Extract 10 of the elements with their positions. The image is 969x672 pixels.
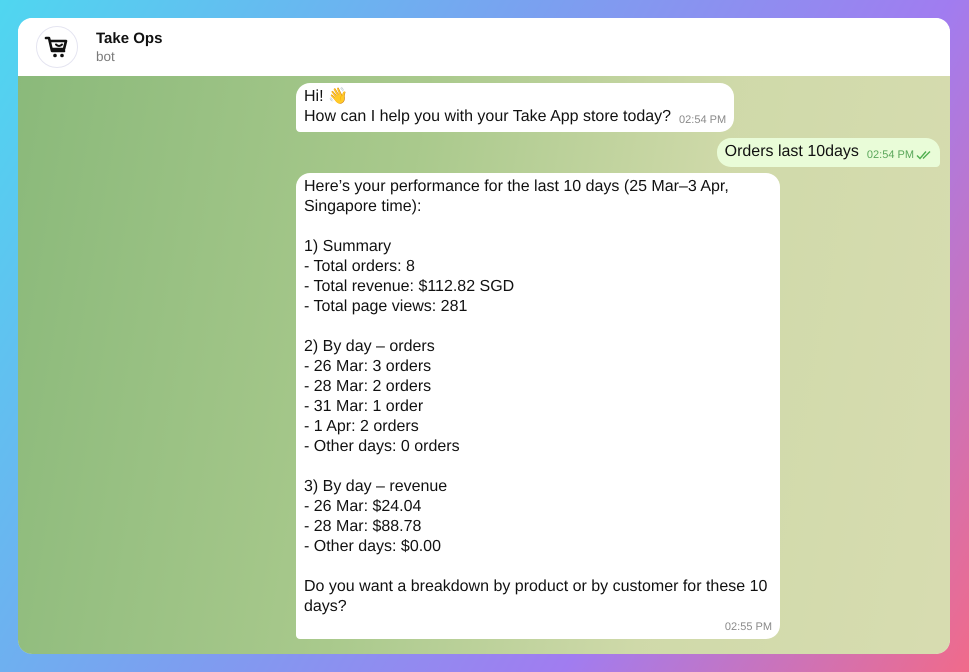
- message-time: 02:54 PM: [866, 148, 914, 163]
- chat-title: Take Ops: [96, 30, 162, 47]
- message-time: 02:55 PM: [724, 620, 772, 635]
- bot-avatar[interactable]: [36, 26, 78, 68]
- message-text: Orders last 10days: [724, 142, 859, 162]
- cart-icon: [44, 34, 70, 60]
- chat-subtitle: bot: [96, 49, 116, 64]
- message-time: 02:54 PM: [679, 113, 726, 128]
- message-text: Here’s your performance for the last 10 days (25 Mar–3 Apr, Singapore time): 1) Summary - Total orders: 8 - Total revenue: $112.82 SGD - Total page views: 281 2) By day – orders - 26 Mar: 3 orders - 28 Mar: 2 orders - 31 Mar: 1 order - 1 Apr: 2 orders - Other days: 0 orders 3) By day – revenue - 26 Mar: $24.04 - 28 Mar: $88.78 - Other days: $0.00 Do you want a breakdown by product or by customer for these 10 days?: [304, 177, 768, 617]
- message-text: Hi! 👋 How can I help you with your Take App store today?: [304, 87, 672, 127]
